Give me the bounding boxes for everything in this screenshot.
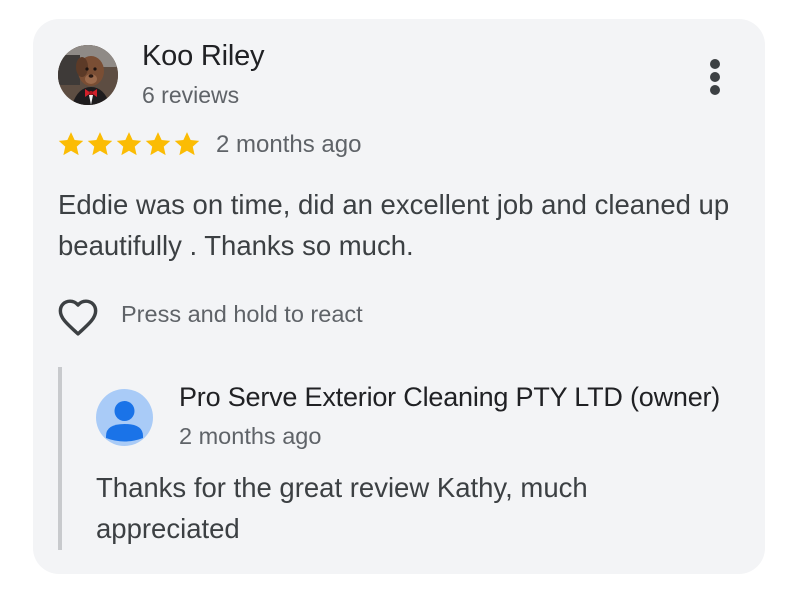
star-icon — [116, 132, 142, 156]
star-icon — [145, 132, 171, 156]
owner-name: Pro Serve Exterior Cleaning PTY LTD (own… — [179, 382, 721, 412]
star-rating — [56, 129, 201, 159]
heart-outline-icon[interactable] — [56, 297, 100, 337]
reviewer-avatar[interactable] — [58, 45, 118, 105]
owner-reply-text: Thanks for the great review Kathy, much … — [96, 472, 588, 544]
more-options-button[interactable] — [700, 55, 730, 99]
react-hint-label: Press and hold to react — [121, 301, 363, 327]
more-vert-icon — [710, 59, 720, 69]
reviewer-review-count: 6 reviews — [142, 82, 240, 108]
review-date: 2 months ago — [216, 131, 362, 158]
owner-reply-bar — [58, 367, 62, 550]
reviewer-name[interactable]: Koo Riley — [142, 40, 265, 73]
owner-avatar[interactable] — [96, 389, 153, 446]
review-text: Eddie was on time, did an excellent job … — [58, 189, 730, 261]
person-icon — [106, 401, 143, 442]
owner-reply-date: 2 months ago — [179, 423, 322, 449]
star-icon — [174, 132, 200, 156]
star-icon — [58, 132, 84, 156]
star-icon — [87, 132, 113, 156]
